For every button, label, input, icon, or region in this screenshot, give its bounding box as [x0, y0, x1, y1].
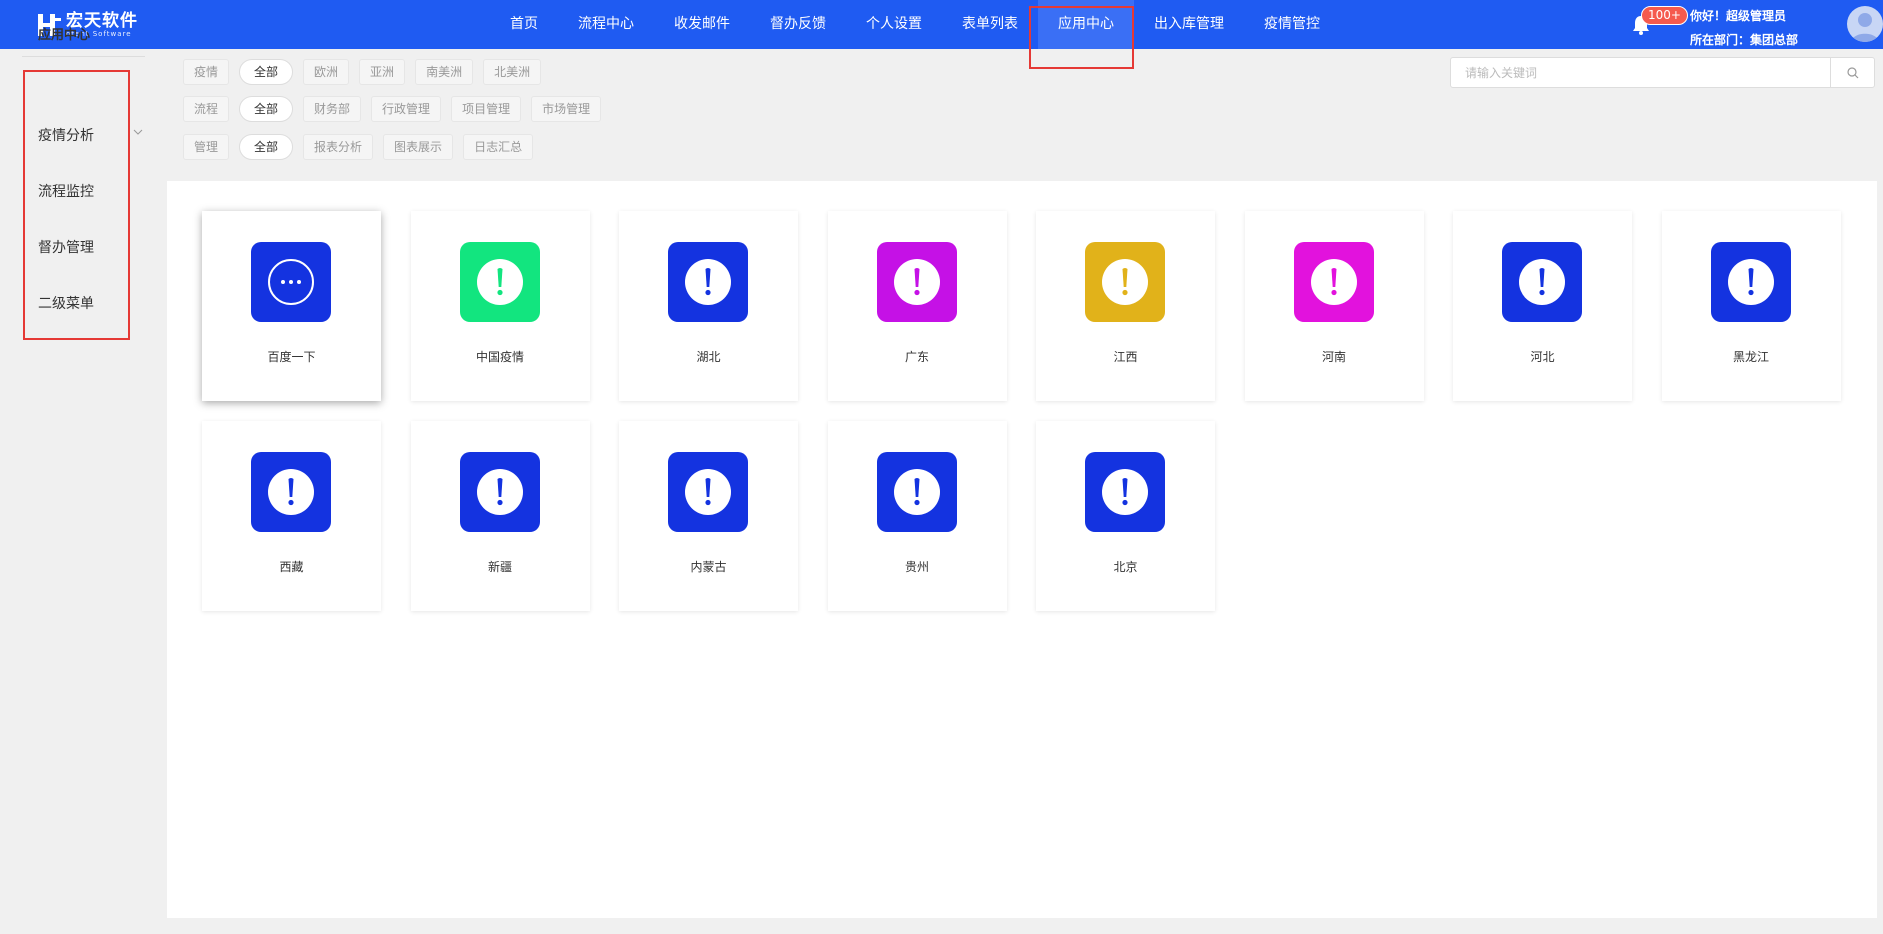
user-department: 所在部门：集团总部 — [1690, 33, 1799, 47]
app-card[interactable]: 广东 — [827, 211, 1007, 401]
filter-chip[interactable]: 亚洲 — [359, 59, 406, 85]
app-card[interactable]: 河南 — [1244, 211, 1424, 401]
search-icon — [1846, 66, 1858, 78]
filter-chip[interactable]: 南美洲 — [415, 59, 474, 85]
exclamation-glyph — [893, 259, 940, 305]
user-greeting: 你好！超级管理员 — [1690, 9, 1787, 23]
app-card[interactable]: 湖北 — [619, 211, 798, 401]
exclamation-glyph — [685, 259, 731, 305]
more-glyph — [268, 259, 314, 305]
filter-chip[interactable]: 日志汇总 — [463, 134, 534, 160]
sidebar-title: 应用中心 — [22, 21, 145, 57]
app-card-label: 百度一下 — [267, 350, 316, 364]
app-card-label: 广东 — [904, 350, 929, 364]
alert-icon — [876, 452, 957, 532]
exclamation-glyph — [1102, 469, 1148, 515]
app-card-label: 西藏 — [279, 560, 304, 574]
search-input[interactable] — [1451, 58, 1831, 87]
notification-badge: 100+ — [1641, 6, 1688, 25]
filter-label: 疫情 — [183, 59, 230, 85]
app-card-label: 新疆 — [487, 560, 512, 574]
filter-chip[interactable]: 财务部 — [303, 96, 362, 122]
app-card-label: 北京 — [1113, 560, 1138, 574]
filter-chip[interactable]: 市场管理 — [531, 96, 602, 122]
app-card[interactable]: 内蒙古 — [619, 421, 798, 611]
nav-process-center[interactable]: 流程中心 — [558, 0, 654, 49]
alert-icon — [668, 452, 748, 532]
sidebar-item-submenu[interactable]: 二级菜单 — [38, 293, 94, 313]
alert-icon — [251, 452, 331, 532]
app-card[interactable]: 河北 — [1453, 211, 1632, 401]
filter-all-chip[interactable]: 全部 — [239, 59, 294, 85]
filter-label: 流程 — [183, 96, 230, 122]
filter-chip[interactable]: 图表展示 — [383, 134, 454, 160]
filter-chip[interactable]: 欧洲 — [303, 59, 350, 85]
filter-all-chip[interactable]: 全部 — [239, 96, 294, 122]
alert-icon — [459, 452, 540, 532]
nav-form-list[interactable]: 表单列表 — [942, 0, 1038, 49]
app-card[interactable]: 北京 — [1036, 421, 1215, 611]
nav-supervision-feedback[interactable]: 督办反馈 — [750, 0, 846, 49]
app-card[interactable]: 江西 — [1036, 211, 1215, 401]
chevron-down-icon[interactable] — [133, 127, 143, 138]
search-button[interactable] — [1830, 58, 1874, 87]
filter-chip[interactable]: 行政管理 — [371, 96, 442, 122]
alert-icon — [1293, 242, 1374, 322]
nav-mail[interactable]: 收发邮件 — [654, 0, 750, 49]
nav-home[interactable]: 首页 — [490, 0, 558, 49]
more-icon — [251, 242, 331, 322]
filter-chip[interactable]: 北美洲 — [483, 59, 542, 85]
exclamation-glyph — [268, 469, 314, 515]
sidebar-item-epidemic-analysis[interactable]: 疫情分析 — [38, 125, 94, 145]
exclamation-glyph — [476, 259, 523, 305]
exclamation-glyph — [1310, 259, 1357, 305]
app-card[interactable]: 百度一下 — [202, 211, 381, 401]
filter-row-management: 管理 全部 报表分析 图表展示 日志汇总 — [183, 134, 543, 160]
sidebar-item-supervision[interactable]: 督办管理 — [38, 237, 94, 257]
app-card[interactable]: 新疆 — [410, 421, 590, 611]
avatar[interactable] — [1847, 6, 1883, 42]
app-card-label: 河南 — [1321, 350, 1346, 364]
alert-icon — [459, 242, 540, 322]
search-box — [1450, 57, 1875, 88]
alert-icon — [668, 242, 748, 322]
exclamation-glyph — [1727, 259, 1774, 305]
alert-icon — [876, 242, 957, 322]
alert-icon — [1502, 242, 1582, 322]
filter-all-chip[interactable]: 全部 — [239, 134, 294, 160]
main-nav: 首页 流程中心 收发邮件 督办反馈 个人设置 表单列表 应用中心 出入库管理 疫… — [490, 0, 1340, 49]
sidebar-item-process-monitor[interactable]: 流程监控 — [38, 181, 94, 201]
filter-chip[interactable]: 项目管理 — [451, 96, 522, 122]
app-card-label: 黑龙江 — [1732, 350, 1769, 364]
nav-app-center[interactable]: 应用中心 — [1038, 0, 1134, 49]
filter-label: 管理 — [183, 134, 230, 160]
exclamation-glyph — [1519, 259, 1565, 305]
nav-epidemic-control[interactable]: 疫情管控 — [1244, 0, 1340, 49]
app-card[interactable]: 中国疫情 — [410, 211, 590, 401]
app-card-label: 湖北 — [696, 350, 721, 364]
app-card-label: 河北 — [1530, 350, 1555, 364]
app-card[interactable]: 西藏 — [202, 421, 381, 611]
app-card[interactable]: 黑龙江 — [1661, 211, 1841, 401]
alert-icon — [1085, 452, 1165, 532]
exclamation-glyph — [893, 469, 940, 515]
alert-icon — [1085, 242, 1165, 322]
app-card[interactable]: 贵州 — [827, 421, 1007, 611]
top-bar: 宏天软件 otent Software 首页 流程中心 收发邮件 督办反馈 个人… — [0, 0, 1883, 49]
exclamation-glyph — [476, 469, 523, 515]
app-card-label: 中国疫情 — [475, 350, 524, 364]
app-card-label: 贵州 — [904, 560, 929, 574]
exclamation-glyph — [1102, 259, 1148, 305]
filter-row-process: 流程 全部 财务部 行政管理 项目管理 市场管理 — [183, 96, 611, 122]
app-card-label: 江西 — [1113, 350, 1138, 364]
filter-row-epidemic: 疫情 全部 欧洲 亚洲 南美洲 北美洲 — [183, 59, 551, 85]
alert-icon — [1710, 242, 1791, 322]
nav-personal-settings[interactable]: 个人设置 — [846, 0, 942, 49]
filter-chip[interactable]: 报表分析 — [303, 134, 374, 160]
exclamation-glyph — [685, 469, 731, 515]
nav-warehouse[interactable]: 出入库管理 — [1134, 0, 1244, 49]
app-card-label: 内蒙古 — [690, 560, 727, 574]
